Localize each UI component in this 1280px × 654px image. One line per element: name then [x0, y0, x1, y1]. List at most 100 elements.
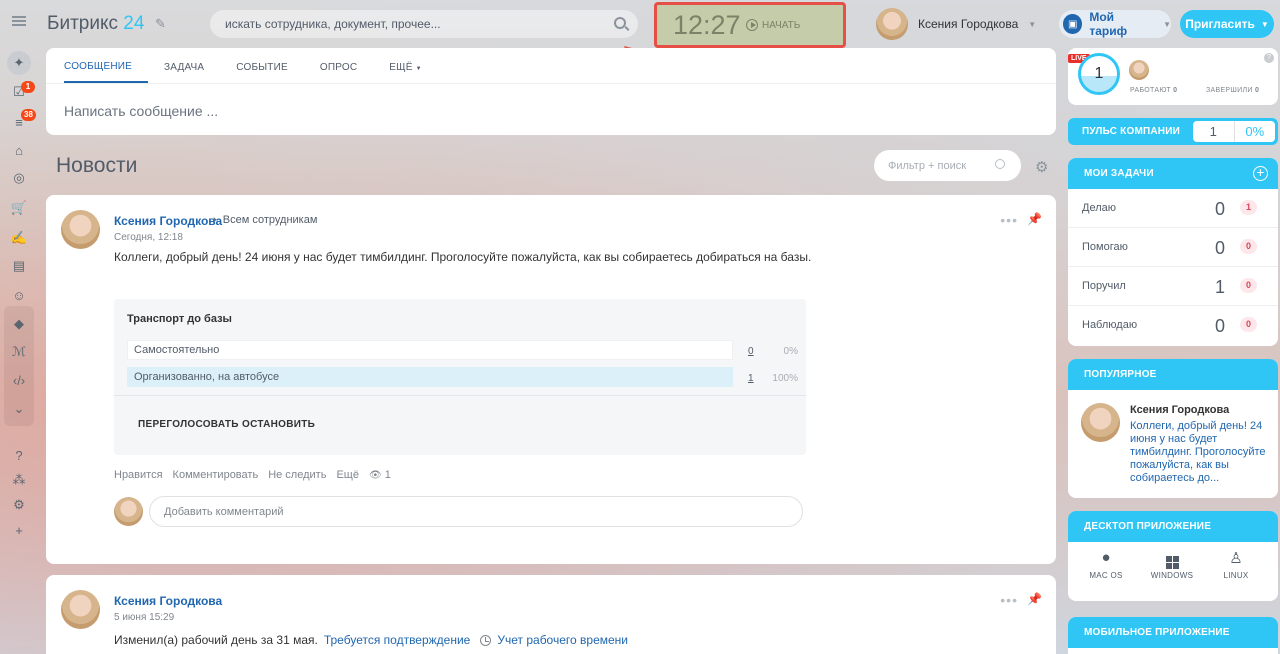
work-time-clock[interactable]: 12:27 НАЧАТЬ — [654, 2, 846, 48]
left-sidebar: ✦ ☑ 1 ≡ 38 ⌂ ◎ 🛒 ✍ ▤ ☺ ◆ ℳ ‹/› ⌄ ? ⁂ ⚙ + — [0, 0, 38, 654]
mac-download[interactable]: ● MAC OS — [1076, 549, 1136, 580]
user-name: Ксения Городкова — [918, 17, 1019, 31]
working-stat: РАБОТАЮТ 0 — [1130, 87, 1178, 94]
filter-input[interactable]: Фильтр + поиск — [874, 150, 1021, 181]
feed-post: Ксения Городкова › Всем сотрудникам Сего… — [46, 195, 1056, 564]
more-icon[interactable]: ••• — [1000, 212, 1018, 228]
more-nav-icon[interactable]: ⌄ — [9, 399, 29, 419]
structure-nav-icon[interactable]: ⁂ — [9, 470, 29, 490]
briefcase-icon: ▣ — [1063, 14, 1083, 34]
bank-nav-icon[interactable]: ⌂ — [9, 140, 29, 160]
apple-icon: ● — [1101, 549, 1111, 566]
tab-poll[interactable]: ОПРОС — [304, 48, 373, 83]
post-recipients[interactable]: › Всем сотрудникам — [213, 214, 317, 226]
sign-nav-icon[interactable]: ✍ — [9, 228, 29, 248]
task-row[interactable]: Делаю 0 1 — [1068, 189, 1278, 228]
more-link[interactable]: Ещё — [336, 469, 359, 481]
search-icon[interactable] — [614, 17, 626, 29]
desktop-header: ДЕСКТОП ПРИЛОЖЕНИЕ — [1068, 511, 1278, 542]
confirm-link[interactable]: Требуется подтверждение — [324, 633, 471, 647]
stop-poll-button[interactable]: ОСТАНОВИТЬ — [242, 419, 315, 430]
tab-event[interactable]: СОБЫТИЕ — [220, 48, 304, 83]
time-tracker-link[interactable]: Учет рабочего времени — [497, 633, 628, 647]
clock-start-button[interactable]: НАЧАТЬ — [746, 19, 800, 31]
finished-stat: ЗАВЕРШИЛИ 0 — [1206, 87, 1260, 94]
tariff-label: Мой тариф — [1089, 10, 1128, 38]
poll-title: Транспорт до базы — [127, 313, 232, 325]
task-row[interactable]: Помогаю 0 0 — [1068, 228, 1278, 267]
menu-icon[interactable] — [12, 16, 26, 26]
box-nav-icon[interactable]: ◆ — [9, 314, 29, 334]
linux-download[interactable]: ♙ LINUX — [1206, 549, 1266, 580]
tab-task[interactable]: ЗАДАЧА — [148, 48, 220, 83]
pin-icon[interactable]: 📌 — [1027, 592, 1042, 606]
logo[interactable]: Битрикс 24 — [47, 13, 144, 35]
poll-option[interactable]: Самостоятельно — [127, 340, 733, 360]
poll-count[interactable]: 1 — [748, 373, 754, 384]
comment-link[interactable]: Комментировать — [173, 469, 259, 481]
live-counter[interactable]: 1 — [1078, 53, 1120, 95]
settings-nav-icon[interactable]: ⚙ — [9, 495, 29, 515]
gear-icon[interactable]: ⚙ — [1035, 158, 1048, 176]
popular-author[interactable]: Ксения Городкова — [1130, 404, 1229, 416]
add-nav-icon[interactable]: + — [9, 520, 29, 540]
like-link[interactable]: Нравится — [114, 469, 163, 481]
post-author[interactable]: Ксения Городкова — [114, 594, 222, 608]
clock-icon — [480, 634, 492, 646]
code-nav-icon[interactable]: ‹/› — [9, 370, 29, 390]
linux-icon: ♙ — [1229, 550, 1243, 567]
invite-button[interactable]: Пригласить ▼ — [1180, 10, 1274, 38]
views-counter[interactable]: 👁 1 — [369, 469, 391, 481]
tab-more[interactable]: ЕЩЁ ▼ — [373, 48, 437, 83]
play-icon — [746, 19, 758, 31]
windows-download[interactable]: WINDOWS — [1142, 549, 1202, 580]
avatar[interactable] — [61, 210, 100, 249]
popular-header: ПОПУЛЯРНОЕ — [1068, 359, 1278, 390]
tariff-button[interactable]: ▣ Мой тариф ▼ — [1059, 10, 1171, 38]
contacts-nav-icon[interactable]: ▤ — [9, 256, 29, 276]
task-row[interactable]: Поручил 1 0 — [1068, 267, 1278, 306]
search-bar[interactable]: искать сотрудника, документ, прочее... — [210, 10, 638, 38]
poll-count[interactable]: 0 — [748, 346, 754, 357]
post-text: Коллеги, добрый день! 24 июня у нас буде… — [114, 250, 812, 264]
add-task-icon[interactable]: + — [1253, 165, 1268, 181]
eye-icon: 👁 — [368, 470, 382, 481]
cart-nav-icon[interactable]: 🛒 — [9, 198, 29, 218]
market-nav-icon[interactable]: ℳ — [9, 342, 29, 362]
task-row[interactable]: Наблюдаю 0 0 — [1068, 306, 1278, 345]
feed-nav-icon[interactable]: ✦ — [7, 51, 31, 75]
post-time[interactable]: 5 июня 15:29 — [114, 612, 174, 623]
avatar[interactable] — [1129, 60, 1149, 80]
avatar[interactable] — [1081, 403, 1120, 442]
pencil-icon[interactable]: ✎ — [155, 16, 166, 32]
task-badge: 0 — [1240, 278, 1257, 293]
search-placeholder: искать сотрудника, документ, прочее... — [225, 17, 441, 31]
tab-message[interactable]: СООБЩЕНИЕ — [64, 48, 149, 83]
tasks-badge: 1 — [21, 81, 35, 93]
avatar[interactable] — [61, 590, 100, 629]
page-title: Новости — [56, 154, 138, 177]
user-menu[interactable]: Ксения Городкова ▼ — [876, 8, 1036, 40]
revote-button[interactable]: ПЕРЕГОЛОСОВАТЬ — [138, 419, 239, 430]
post-time[interactable]: Сегодня, 12:18 — [114, 232, 183, 243]
post-author[interactable]: Ксения Городкова — [114, 214, 222, 228]
help-nav-icon[interactable]: ? — [9, 445, 29, 465]
search-icon[interactable] — [995, 159, 1005, 169]
target-nav-icon[interactable]: ◎ — [9, 168, 29, 188]
comment-input[interactable]: Добавить комментарий — [149, 496, 803, 527]
tasks-header[interactable]: МОИ ЗАДАЧИ + — [1068, 158, 1278, 189]
poll-option[interactable]: Организованно, на автобусе — [127, 367, 733, 387]
robot-nav-icon[interactable]: ☺ — [9, 285, 29, 305]
windows-icon — [1142, 549, 1202, 571]
more-icon[interactable]: ••• — [1000, 592, 1018, 608]
pin-icon[interactable]: 📌 — [1027, 212, 1042, 226]
company-pulse[interactable]: ПУЛЬС КОМПАНИИ 1 0% — [1068, 118, 1278, 145]
unfollow-link[interactable]: Не следить — [268, 469, 326, 481]
popular-text[interactable]: Коллеги, добрый день! 24 июня у нас буде… — [1130, 420, 1270, 485]
composer-input[interactable]: Написать сообщение ... — [64, 103, 218, 119]
feed-post: Ксения Городкова 5 июня 15:29 ••• 📌 Изме… — [46, 575, 1056, 654]
post-actions: Нравится Комментировать Не следить Ещё 👁… — [114, 469, 391, 481]
live-widget: LIVE 1 РАБОТАЮТ 0 ЗАВЕРШИЛИ 0 ? — [1068, 48, 1278, 105]
pulse-values: 1 0% — [1193, 121, 1275, 142]
help-icon[interactable]: ? — [1264, 53, 1274, 63]
